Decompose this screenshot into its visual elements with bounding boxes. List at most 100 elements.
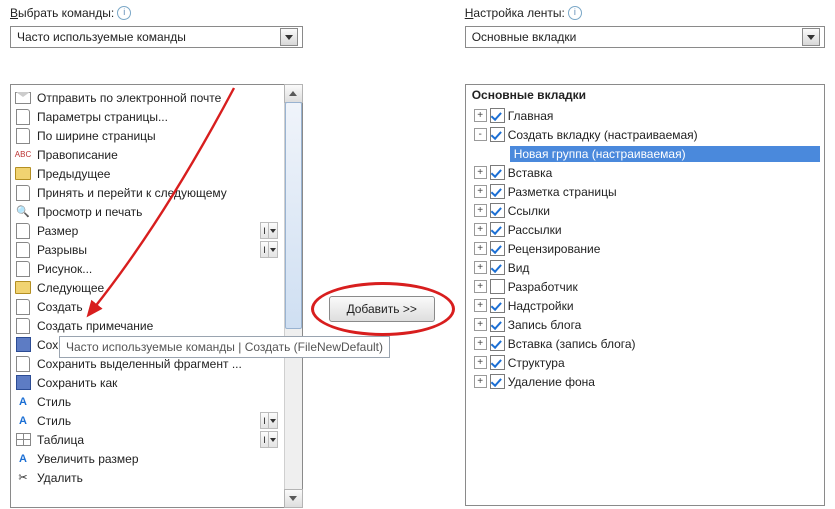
- expander-icon[interactable]: +: [474, 166, 487, 179]
- tree-checkbox[interactable]: [490, 184, 505, 199]
- info-icon: i: [568, 6, 582, 20]
- command-item[interactable]: Принять и перейти к следующему: [11, 183, 284, 202]
- tree-checkbox[interactable]: [490, 374, 505, 389]
- tree-checkbox[interactable]: [490, 203, 505, 218]
- command-label: Увеличить размер: [37, 452, 139, 466]
- expander-icon[interactable]: +: [474, 375, 487, 388]
- tree-item[interactable]: + Вид: [474, 258, 820, 277]
- tree-checkbox[interactable]: [490, 298, 505, 313]
- command-item[interactable]: РазмерI: [11, 221, 284, 240]
- tree-item[interactable]: +Разработчик: [474, 277, 820, 296]
- split-dropdown-icon[interactable]: I: [260, 412, 278, 429]
- tree-checkbox[interactable]: [490, 165, 505, 180]
- mail-icon: [15, 90, 31, 106]
- tree-item[interactable]: +Разметка страницы: [474, 182, 820, 201]
- expander-icon[interactable]: +: [474, 242, 487, 255]
- command-item[interactable]: Отправить по электронной почте: [11, 88, 284, 107]
- tree-item[interactable]: +Ссылки: [474, 201, 820, 220]
- del-icon: ✂: [15, 470, 31, 486]
- expander-icon[interactable]: +: [474, 356, 487, 369]
- brk-icon: [15, 242, 31, 258]
- command-item[interactable]: Создать примечание: [11, 316, 284, 335]
- tree-item[interactable]: -Создать вкладку (настраиваемая): [474, 125, 820, 144]
- scroll-down-button[interactable]: [284, 489, 303, 508]
- command-item[interactable]: Следующее: [11, 278, 284, 297]
- expander-icon[interactable]: +: [474, 261, 487, 274]
- command-label: Параметры страницы...: [37, 110, 168, 124]
- customize-ribbon-combo[interactable]: Основные вкладки: [465, 26, 825, 48]
- tree-item[interactable]: + Рассылки: [474, 220, 820, 239]
- command-item[interactable]: Сохранить как: [11, 373, 284, 392]
- tree-item[interactable]: +Рецензирование: [474, 239, 820, 258]
- choose-commands-label: Выбрать команды: i: [10, 6, 303, 20]
- expander-icon[interactable]: +: [474, 223, 487, 236]
- tree-checkbox[interactable]: [490, 222, 505, 237]
- command-item[interactable]: 🔍Просмотр и печать: [11, 202, 284, 221]
- tree-checkbox[interactable]: [490, 317, 505, 332]
- tree-item-label: Структура: [508, 356, 565, 370]
- command-item[interactable]: Рисунок...: [11, 259, 284, 278]
- page-icon: [15, 299, 31, 315]
- expander-icon[interactable]: +: [474, 185, 487, 198]
- scroll-thumb[interactable]: [285, 102, 302, 329]
- command-item[interactable]: A Увеличить размер: [11, 449, 284, 468]
- tree-item[interactable]: +Вставка: [474, 163, 820, 182]
- tree-checkbox[interactable]: [490, 127, 505, 142]
- ribbon-tree[interactable]: Основные вкладки +Главная-Создать вкладк…: [465, 84, 825, 506]
- scroll-up-button[interactable]: [284, 84, 303, 103]
- expander-icon[interactable]: +: [474, 337, 487, 350]
- expander-icon[interactable]: -: [474, 128, 487, 141]
- tree-item[interactable]: +Главная: [474, 106, 820, 125]
- command-item[interactable]: Создать: [11, 297, 284, 316]
- command-item[interactable]: Предыдущее: [11, 164, 284, 183]
- Aup-icon: A: [15, 451, 31, 467]
- page-icon: [15, 185, 31, 201]
- command-item[interactable]: ABCПравописание: [11, 145, 284, 164]
- tree-checkbox[interactable]: [490, 355, 505, 370]
- tree-checkbox[interactable]: [490, 336, 505, 351]
- chevron-down-icon[interactable]: [802, 28, 820, 46]
- choose-commands-combo[interactable]: Часто используемые команды: [10, 26, 303, 48]
- disk-icon: [15, 337, 31, 353]
- info-icon: i: [117, 6, 131, 20]
- expander-icon[interactable]: +: [474, 318, 487, 331]
- tooltip: Часто используемые команды | Создать (Fi…: [59, 336, 390, 358]
- expander-icon[interactable]: +: [474, 109, 487, 122]
- tree-checkbox[interactable]: [490, 279, 505, 294]
- tree-item-label: Вид: [508, 261, 530, 275]
- tree-item[interactable]: +Удаление фона: [474, 372, 820, 391]
- tree-checkbox[interactable]: [490, 260, 505, 275]
- choose-commands-value: Часто используемые команды: [17, 30, 280, 44]
- command-label: Удалить: [37, 471, 83, 485]
- split-dropdown-icon[interactable]: I: [260, 241, 278, 258]
- command-item[interactable]: По ширине страницы: [11, 126, 284, 145]
- scrollbar[interactable]: [284, 85, 302, 507]
- tree-checkbox[interactable]: [490, 108, 505, 123]
- tree-item[interactable]: +Надстройки: [474, 296, 820, 315]
- width-icon: [15, 128, 31, 144]
- tree-checkbox[interactable]: [490, 241, 505, 256]
- command-item[interactable]: AСтиль: [11, 392, 284, 411]
- tree-item[interactable]: Новая группа (настраиваемая): [510, 144, 820, 163]
- add-button[interactable]: Добавить >>: [329, 296, 435, 322]
- split-dropdown-icon[interactable]: I: [260, 222, 278, 239]
- command-item[interactable]: ТаблицаI: [11, 430, 284, 449]
- chevron-down-icon[interactable]: [280, 28, 298, 46]
- split-dropdown-icon[interactable]: I: [260, 431, 278, 448]
- command-item[interactable]: РазрывыI: [11, 240, 284, 259]
- command-label: Просмотр и печать: [37, 205, 142, 219]
- command-label: Стиль: [37, 414, 71, 428]
- command-item[interactable]: AСтильI: [11, 411, 284, 430]
- commands-listbox[interactable]: Отправить по электронной почте Параметры …: [10, 84, 303, 508]
- tree-item-label: Рассылки: [508, 223, 562, 237]
- A-icon: A: [15, 394, 31, 410]
- command-item[interactable]: Параметры страницы...: [11, 107, 284, 126]
- tree-item[interactable]: + Структура: [474, 353, 820, 372]
- tree-item[interactable]: +Запись блога: [474, 315, 820, 334]
- expander-icon[interactable]: +: [474, 204, 487, 217]
- expander-icon[interactable]: +: [474, 299, 487, 312]
- expander-icon[interactable]: +: [474, 280, 487, 293]
- command-item[interactable]: ✂ Удалить: [11, 468, 284, 487]
- tree-item[interactable]: +Вставка (запись блога): [474, 334, 820, 353]
- command-label: Рисунок...: [37, 262, 92, 276]
